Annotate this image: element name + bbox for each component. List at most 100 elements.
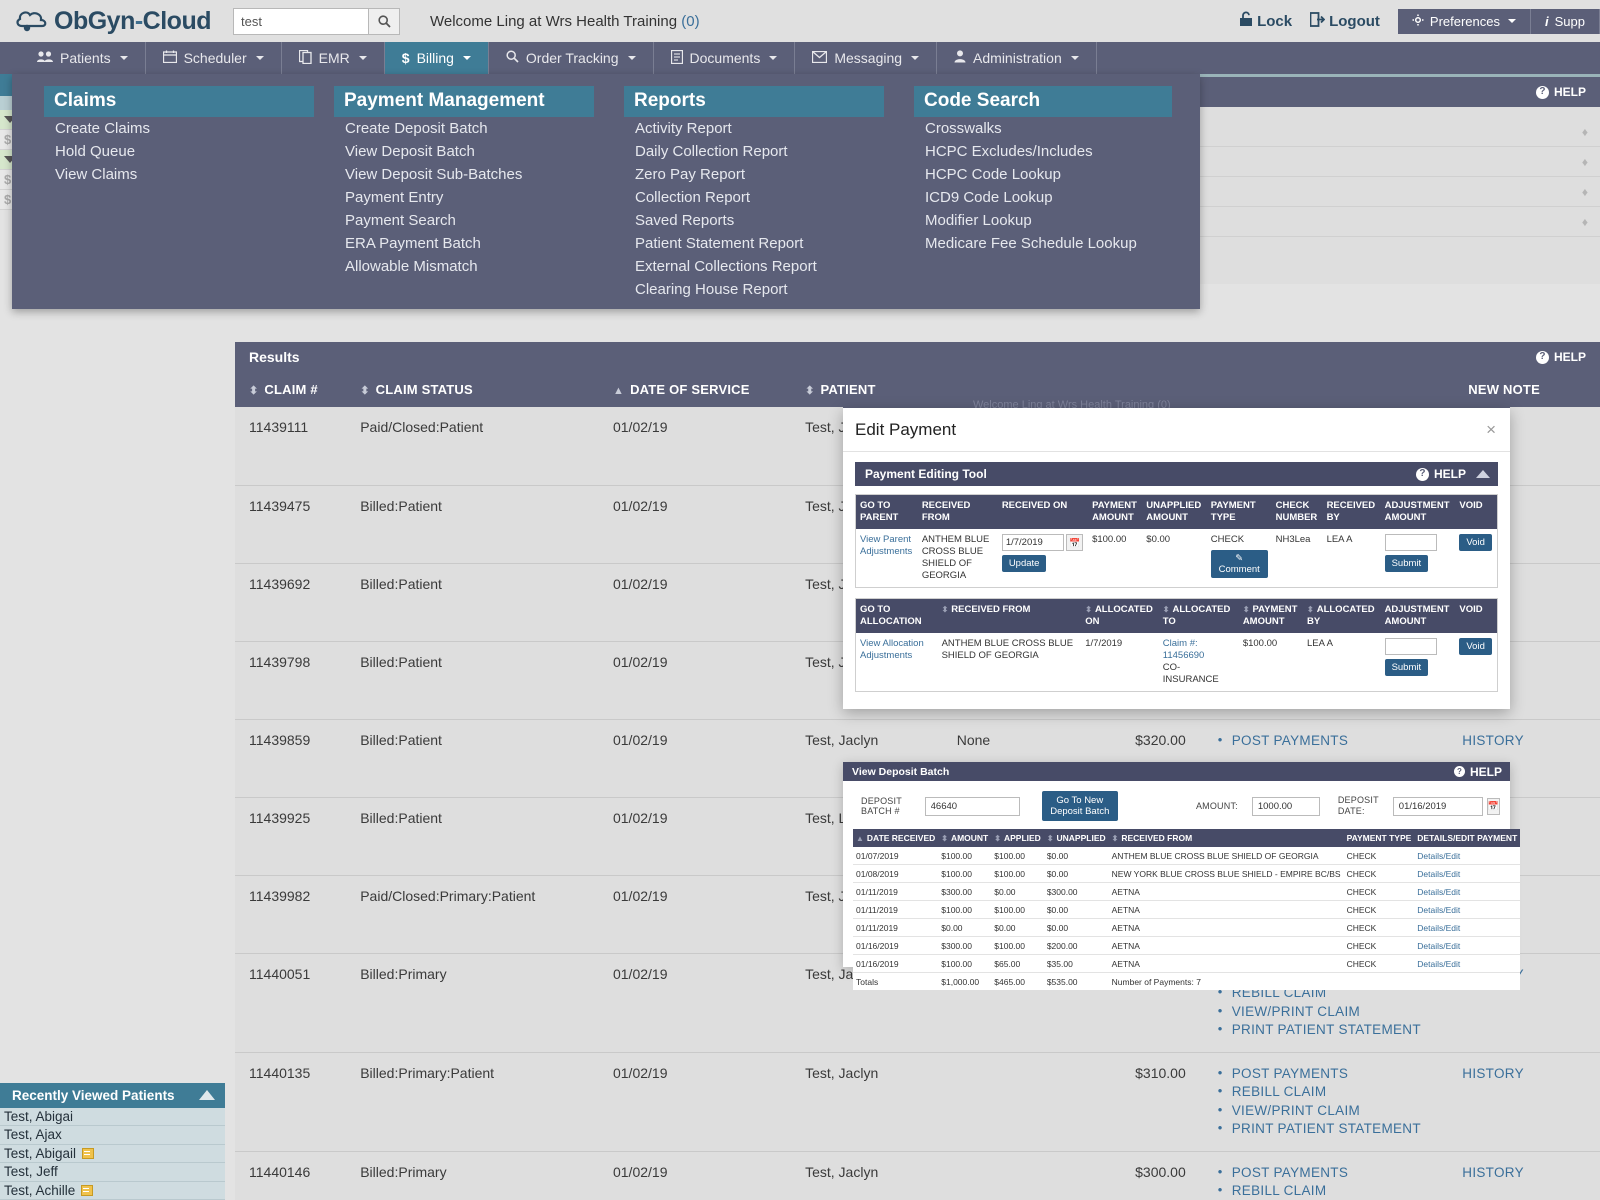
allocation-column-header[interactable]: VOID	[1455, 598, 1498, 633]
action-link[interactable]: POST PAYMENTS	[1216, 1064, 1449, 1084]
deposit-table-row[interactable]: 01/08/2019 $100.00 $100.00 $0.00 NEW YORK BL…	[853, 864, 1521, 883]
menu-link[interactable]: HCPC Excludes/Includes	[914, 140, 1172, 163]
parent-column-header[interactable]: RECEIVED BY	[1322, 494, 1381, 529]
menu-link[interactable]: Clearing House Report	[624, 278, 884, 301]
global-search[interactable]	[233, 7, 400, 35]
recently-viewed-item[interactable]: Test, Jeff	[0, 1163, 225, 1182]
results-column-header[interactable]: ⬍ CLAIM STATUS	[346, 372, 599, 407]
nav-item-billing[interactable]: $ Billing	[384, 42, 489, 74]
menu-link[interactable]: HCPC Code Lookup	[914, 163, 1172, 186]
app-logo[interactable]: ObGyn-Cloud	[14, 7, 212, 36]
go-to-new-deposit-batch-button[interactable]: Go To New Deposit Batch	[1041, 791, 1118, 821]
menu-link[interactable]: ICD9 Code Lookup	[914, 186, 1172, 209]
table-row[interactable]: 11440135 Billed:Primary:Patient 01/02/19 Te…	[235, 1052, 1600, 1152]
allocation-submit-button[interactable]: Submit	[1384, 659, 1429, 676]
action-link[interactable]: REBILL CLAIM	[1216, 1181, 1449, 1200]
logout-button[interactable]: Logout	[1309, 11, 1380, 31]
allocation-adjustment-input[interactable]	[1384, 638, 1437, 655]
search-input[interactable]	[233, 7, 368, 35]
parent-column-header[interactable]: CHECK NUMBER	[1271, 494, 1323, 529]
deposit-column-header[interactable]: ▲ DATE RECEIVED	[853, 829, 939, 847]
deposit-column-header[interactable]: ⬍ RECEIVED FROM	[1108, 829, 1344, 847]
deposit-table-row[interactable]: 01/07/2019 $100.00 $100.00 $0.00 ANTHEM BLUE…	[853, 847, 1521, 865]
deposit-column-header[interactable]: ⬍ APPLIED	[991, 829, 1044, 847]
menu-link[interactable]: Zero Pay Report	[624, 163, 884, 186]
support-button[interactable]: i Supp	[1531, 8, 1600, 34]
details-edit-link[interactable]: Details/Edit	[1417, 923, 1460, 933]
parent-column-header[interactable]: PAYMENT TYPE	[1206, 494, 1272, 529]
action-link[interactable]: REBILL CLAIM	[1216, 1082, 1449, 1102]
allocation-void-button[interactable]: Void	[1459, 638, 1492, 655]
parent-column-header[interactable]: RECEIVED ON	[997, 494, 1089, 529]
deposit-column-header[interactable]: ⬍ UNAPPLIED	[1043, 829, 1109, 847]
parent-submit-button[interactable]: Submit	[1384, 555, 1429, 572]
history-link[interactable]: HISTORY	[1462, 733, 1524, 748]
details-edit-link[interactable]: Details/Edit	[1417, 959, 1460, 969]
recently-viewed-item[interactable]: Test, Abigai	[0, 1107, 225, 1126]
details-edit-link[interactable]: Details/Edit	[1417, 941, 1460, 951]
details-edit-link[interactable]: Details/Edit	[1417, 905, 1460, 915]
search-icon[interactable]	[368, 7, 400, 35]
deposit-column-header[interactable]: PAYMENT TYPE	[1343, 829, 1415, 847]
recently-viewed-header[interactable]: Recently Viewed Patients	[0, 1082, 225, 1108]
calendar-icon[interactable]: 📅	[1486, 797, 1500, 815]
menu-link[interactable]: Crosswalks	[914, 117, 1172, 140]
allocation-column-header[interactable]: ADJUSTMENT AMOUNT	[1380, 598, 1456, 633]
calendar-icon[interactable]: 📅	[1066, 534, 1084, 551]
preferences-button[interactable]: Preferences	[1397, 8, 1531, 34]
received-on-input[interactable]	[1001, 534, 1064, 551]
deposit-table-row[interactable]: 01/11/2019 $300.00 $0.00 $300.00 AETNA CHECK D…	[853, 882, 1521, 901]
menu-link[interactable]: Hold Queue	[44, 140, 314, 163]
nav-item-administration[interactable]: Administration	[937, 42, 1097, 74]
nav-item-scheduler[interactable]: Scheduler	[146, 42, 282, 74]
note-icon[interactable]	[81, 1184, 94, 1196]
menu-link[interactable]: Medicare Fee Schedule Lookup	[914, 232, 1172, 255]
menu-link[interactable]: Payment Entry	[334, 186, 594, 209]
menu-link[interactable]: View Claims	[44, 163, 314, 186]
allocation-column-header[interactable]: ⬍ RECEIVED FROM	[937, 598, 1082, 633]
parent-column-header[interactable]: PAYMENT AMOUNT	[1088, 494, 1143, 529]
nav-item-documents[interactable]: Documents	[654, 42, 796, 74]
parent-adjustment-input[interactable]	[1384, 534, 1437, 551]
allocation-column-header[interactable]: ⬍ PAYMENT AMOUNT	[1238, 598, 1304, 633]
results-column-header[interactable]: ⬍ CLAIM #	[235, 372, 347, 407]
menu-link[interactable]: View Deposit Batch	[334, 140, 594, 163]
parent-column-header[interactable]: RECEIVED FROM	[917, 494, 998, 529]
menu-link[interactable]: Create Deposit Batch	[334, 117, 594, 140]
menu-link[interactable]: View Deposit Sub-Batches	[334, 163, 594, 186]
help-link-results[interactable]: ? HELP	[1535, 350, 1586, 364]
nav-item-messaging[interactable]: Messaging	[795, 42, 938, 74]
details-edit-link[interactable]: Details/Edit	[1417, 887, 1460, 897]
action-link[interactable]: VIEW/PRINT CLAIM	[1216, 1002, 1449, 1022]
deposit-date-input[interactable]	[1392, 796, 1483, 816]
parent-column-header[interactable]: VOID	[1455, 494, 1498, 529]
action-link[interactable]: PRINT PATIENT STATEMENT	[1216, 1020, 1449, 1040]
menu-link[interactable]: Collection Report	[624, 186, 884, 209]
nav-item-order-tracking[interactable]: Order Tracking	[489, 42, 654, 74]
view-allocation-adjustments-link[interactable]: View Allocation Adjustments	[860, 638, 924, 661]
update-button[interactable]: Update	[1001, 555, 1047, 572]
allocation-column-header[interactable]: GO TO ALLOCATION	[855, 598, 938, 633]
deposit-table-row[interactable]: 01/16/2019 $300.00 $100.00 $200.00 AETNA CHEC…	[853, 936, 1521, 955]
lock-button[interactable]: Lock	[1239, 11, 1292, 31]
deposit-table-row[interactable]: 01/11/2019 $100.00 $100.00 $0.00 AETNA CHECK D…	[853, 900, 1521, 919]
history-link[interactable]: HISTORY	[1462, 1165, 1524, 1180]
recently-viewed-item[interactable]: Test, Abigail	[0, 1144, 225, 1163]
details-edit-link[interactable]: Details/Edit	[1417, 851, 1460, 861]
parent-column-header[interactable]: GO TO PARENT	[855, 494, 918, 529]
collapse-triangle-up-icon[interactable]	[1476, 470, 1490, 478]
allocated-to-line1[interactable]: Claim #:	[1163, 638, 1198, 649]
menu-link[interactable]: Allowable Mismatch	[334, 255, 594, 278]
help-link-upper[interactable]: ? HELP	[1535, 85, 1586, 99]
menu-link[interactable]: Daily Collection Report	[624, 140, 884, 163]
deposit-table-row[interactable]: 01/11/2019 $0.00 $0.00 $0.00 AETNA CHECK Detai…	[853, 918, 1521, 937]
results-column-header[interactable]: ▲ DATE OF SERVICE	[598, 372, 792, 407]
menu-link[interactable]: Payment Search	[334, 209, 594, 232]
menu-link[interactable]: Saved Reports	[624, 209, 884, 232]
triangle-up-icon[interactable]	[199, 1090, 215, 1100]
recently-viewed-item[interactable]: Test, Achille	[0, 1181, 225, 1200]
action-link[interactable]: PRINT PATIENT STATEMENT	[1216, 1119, 1449, 1139]
allocation-column-header[interactable]: ⬍ ALLOCATED BY	[1303, 598, 1381, 633]
menu-link[interactable]: External Collections Report	[624, 255, 884, 278]
allocated-to-claim-link[interactable]: 11456690	[1163, 650, 1205, 661]
